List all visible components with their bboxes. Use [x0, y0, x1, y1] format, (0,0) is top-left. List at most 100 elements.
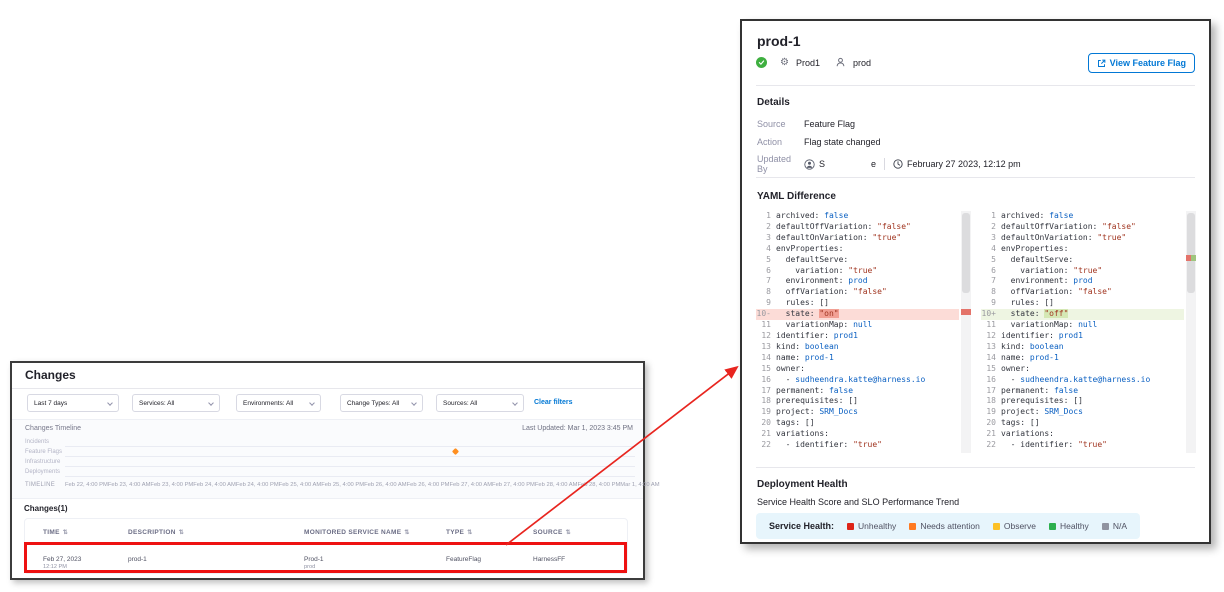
chevron-down-icon — [512, 400, 518, 406]
line-number: 19 — [756, 407, 776, 418]
yaml-code: prerequisites: [] — [1001, 396, 1083, 407]
environments-dropdown[interactable]: Environments: All — [236, 394, 321, 412]
column-header-label: TYPE — [446, 529, 464, 536]
yaml-diff-before-panel: 1archived: false2defaultOffVariation: "f… — [756, 211, 971, 453]
change-event-marker[interactable] — [452, 448, 459, 455]
chevron-down-icon — [208, 400, 214, 406]
column-header[interactable]: DESCRIPTION⇅ — [128, 529, 304, 536]
yaml-line: 22 - identifier: "true" — [981, 440, 1184, 451]
view-feature-flag-button[interactable]: View Feature Flag — [1088, 53, 1195, 73]
line-number: 7 — [756, 276, 776, 287]
environment-icon — [835, 57, 846, 68]
timeline-lane-track — [65, 447, 635, 457]
time-range-value: Last 7 days — [34, 400, 67, 407]
line-number: 6 — [981, 266, 1001, 277]
divider — [756, 177, 1195, 178]
column-header[interactable]: SOURCE⇅ — [533, 529, 627, 536]
yaml-code: envProperties: — [1001, 244, 1068, 255]
scrollbar-thumb[interactable] — [962, 213, 970, 293]
yaml-line: 4envProperties: — [756, 244, 959, 255]
yaml-line: 21variations: — [756, 429, 959, 440]
column-header-label: SOURCE — [533, 529, 563, 536]
line-number: 5 — [756, 255, 776, 266]
line-number: 13 — [981, 342, 1001, 353]
user-icon — [804, 159, 815, 170]
timeline-tick: Feb 24, 4:00 AM — [193, 482, 236, 488]
yaml-line: 14name: prod-1 — [756, 353, 959, 364]
legend-label: Needs attention — [920, 521, 980, 531]
services-dropdown[interactable]: Services: All — [132, 394, 220, 412]
line-number: 17 — [756, 386, 776, 397]
changes-table-row[interactable]: Feb 27, 2023 12:12 PM prod-1 Prod-1 prod… — [25, 550, 627, 570]
line-number: 9 — [981, 298, 1001, 309]
column-header[interactable]: TYPE⇅ — [446, 529, 533, 536]
yaml-line: 12identifier: prod1 — [981, 331, 1184, 342]
legend-swatch — [993, 523, 1000, 530]
line-number: 18 — [981, 396, 1001, 407]
timeline-tick: Feb 23, 4:00 PM — [150, 482, 193, 488]
yaml-line: 6 variation: "true" — [756, 266, 959, 277]
diff-marker-added — [1191, 255, 1196, 261]
legend-swatch — [909, 523, 916, 530]
diff-marker-removed — [961, 309, 971, 315]
sort-icon[interactable]: ⇅ — [566, 529, 571, 536]
line-number: 3 — [981, 233, 1001, 244]
legend-item: Needs attention — [909, 521, 980, 531]
timeline-tick: Feb 26, 4:00 PM — [407, 482, 450, 488]
yaml-line: 8 offVariation: "false" — [756, 287, 959, 298]
yaml-difference-heading: YAML Difference — [757, 191, 836, 202]
sort-icon[interactable]: ⇅ — [467, 529, 472, 536]
yaml-code: name: prod-1 — [1001, 353, 1059, 364]
line-number: 16 — [981, 375, 1001, 386]
clock-icon — [893, 159, 903, 169]
status-success-icon — [756, 57, 767, 68]
yaml-line: 19project: SRM_Docs — [981, 407, 1184, 418]
sort-icon[interactable]: ⇅ — [63, 529, 68, 536]
timeline-tick: Feb 28, 4:00 AM — [535, 482, 578, 488]
sort-icon[interactable]: ⇅ — [179, 529, 184, 536]
timeline-lane: Incidents — [25, 437, 635, 447]
sources-dropdown[interactable]: Sources: All — [436, 394, 524, 412]
clear-filters-link[interactable]: Clear filters — [534, 399, 573, 406]
yaml-line: 11 variationMap: null — [981, 320, 1184, 331]
timeline-tick: Feb 28, 4:00 PM — [577, 482, 620, 488]
diff-minimap-right[interactable] — [1186, 211, 1196, 453]
column-header-label: DESCRIPTION — [128, 529, 176, 536]
monitored-service-label: Prod1 — [796, 58, 820, 68]
yaml-line: 15owner: — [981, 364, 1184, 375]
diff-scrollbar-left[interactable] — [961, 211, 971, 453]
line-number: 14 — [756, 353, 776, 364]
yaml-line: 15owner: — [756, 364, 959, 375]
yaml-line: 16 - sudheendra.katte@harness.io — [756, 375, 959, 386]
yaml-line: 10- state: "on" — [756, 309, 959, 320]
line-number: 22 — [981, 440, 1001, 451]
column-header[interactable]: TIME⇅ — [25, 529, 128, 536]
yaml-line: 13kind: boolean — [981, 342, 1184, 353]
yaml-code: archived: false — [1001, 211, 1073, 222]
line-number: 9 — [756, 298, 776, 309]
sort-icon[interactable]: ⇅ — [404, 529, 409, 536]
deployment-health-heading: Deployment Health — [757, 479, 848, 490]
change-types-dropdown[interactable]: Change Types: All — [340, 394, 423, 412]
legend-item: Healthy — [1049, 521, 1089, 531]
time-range-dropdown[interactable]: Last 7 days — [27, 394, 119, 412]
yaml-code: variationMap: null — [1001, 320, 1097, 331]
timeline-tick: Feb 22, 4:00 PM — [65, 482, 108, 488]
divider — [884, 158, 885, 170]
timeline-axis-label: TIMELINE — [25, 482, 65, 488]
timeline-tick: Feb 24, 4:00 PM — [236, 482, 279, 488]
timeline-lane-label: Incidents — [25, 439, 65, 445]
timeline-lane: Feature Flags — [25, 447, 635, 457]
last-updated-label: Last Updated: Mar 1, 2023 3:45 PM — [522, 425, 633, 432]
yaml-code: project: SRM_Docs — [1001, 407, 1083, 418]
yaml-code: variation: "true" — [776, 266, 877, 277]
line-number: 2 — [756, 222, 776, 233]
environments-value: Environments: All — [243, 400, 293, 407]
detail-row-source: Source Feature Flag — [757, 119, 855, 129]
service-health-legend-label: Service Health: — [769, 521, 834, 531]
yaml-code: state: "on" — [776, 309, 839, 320]
yaml-line: 14name: prod-1 — [981, 353, 1184, 364]
scrollbar-thumb[interactable] — [1187, 213, 1195, 293]
yaml-code: envProperties: — [776, 244, 843, 255]
column-header[interactable]: MONITORED SERVICE NAME⇅ — [304, 529, 446, 536]
